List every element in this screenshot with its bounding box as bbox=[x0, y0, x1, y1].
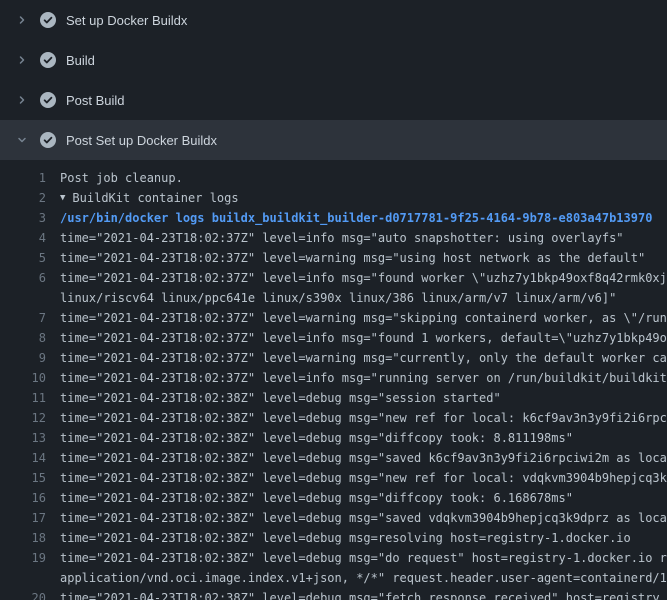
log-line[interactable]: 14 time="2021-04-23T18:02:38Z" level=deb… bbox=[0, 448, 667, 468]
log-line-text: linux/riscv64 linux/ppc641e linux/s390x … bbox=[60, 288, 616, 308]
log-line-number[interactable]: 9 bbox=[0, 348, 60, 368]
log-line-text: time="2021-04-23T18:02:37Z" level=warnin… bbox=[60, 348, 667, 368]
step-header-post-build[interactable]: Post Build bbox=[0, 80, 667, 120]
step-header-set-up-docker-buildx[interactable]: Set up Docker Buildx bbox=[0, 0, 667, 40]
log-line-text: time="2021-04-23T18:02:38Z" level=debug … bbox=[60, 488, 573, 508]
log-line-text: time="2021-04-23T18:02:38Z" level=debug … bbox=[60, 548, 667, 568]
step-title: Post Build bbox=[66, 93, 125, 108]
check-circle-icon bbox=[40, 132, 56, 148]
log-line[interactable]: 10 time="2021-04-23T18:02:37Z" level=inf… bbox=[0, 368, 667, 388]
log-line[interactable]: 5 time="2021-04-23T18:02:37Z" level=warn… bbox=[0, 248, 667, 268]
log-line-number[interactable]: 1 bbox=[0, 168, 60, 188]
chevron-right-icon bbox=[14, 52, 30, 68]
log-line[interactable]: application/vnd.oci.image.index.v1+json,… bbox=[0, 568, 667, 588]
log-line-number[interactable]: 16 bbox=[0, 488, 60, 508]
log-line-number[interactable]: 3 bbox=[0, 208, 60, 228]
log-line[interactable]: 19 time="2021-04-23T18:02:38Z" level=deb… bbox=[0, 548, 667, 568]
log-line-text: time="2021-04-23T18:02:38Z" level=debug … bbox=[60, 588, 660, 600]
check-circle-icon bbox=[40, 12, 56, 28]
log-line-text: time="2021-04-23T18:02:37Z" level=warnin… bbox=[60, 248, 645, 268]
log-line-number[interactable]: 8 bbox=[0, 328, 60, 348]
check-circle-icon bbox=[40, 52, 56, 68]
log-line[interactable]: 7 time="2021-04-23T18:02:37Z" level=warn… bbox=[0, 308, 667, 328]
step-title: Post Set up Docker Buildx bbox=[66, 133, 217, 148]
log-line-text: time="2021-04-23T18:02:37Z" level=info m… bbox=[60, 368, 667, 388]
log-line[interactable]: 12 time="2021-04-23T18:02:38Z" level=deb… bbox=[0, 408, 667, 428]
chevron-right-icon bbox=[14, 92, 30, 108]
log-line[interactable]: 2 ▼ BuildKit container logs bbox=[0, 188, 667, 208]
log-line-number[interactable]: 20 bbox=[0, 588, 60, 600]
log-line-text: time="2021-04-23T18:02:37Z" level=info m… bbox=[60, 328, 667, 348]
workflow-log-viewer: Set up Docker Buildx Build Post Build bbox=[0, 0, 667, 600]
log-line-number[interactable]: 14 bbox=[0, 448, 60, 468]
step-header-post-set-up-docker-buildx[interactable]: Post Set up Docker Buildx bbox=[0, 120, 667, 160]
log-line[interactable]: 18 time="2021-04-23T18:02:38Z" level=deb… bbox=[0, 528, 667, 548]
log-line-text: time="2021-04-23T18:02:38Z" level=debug … bbox=[60, 528, 631, 548]
log-line-number[interactable]: 12 bbox=[0, 408, 60, 428]
log-line-text: time="2021-04-23T18:02:38Z" level=debug … bbox=[60, 508, 667, 528]
log-line[interactable]: 16 time="2021-04-23T18:02:38Z" level=deb… bbox=[0, 488, 667, 508]
log-line-text: time="2021-04-23T18:02:37Z" level=warnin… bbox=[60, 308, 667, 328]
log-line[interactable]: 15 time="2021-04-23T18:02:38Z" level=deb… bbox=[0, 468, 667, 488]
chevron-down-icon bbox=[14, 132, 30, 148]
step-header-build[interactable]: Build bbox=[0, 40, 667, 80]
log-output: 1 Post job cleanup. 2 ▼ BuildKit contain… bbox=[0, 160, 667, 600]
log-line-text: BuildKit container logs bbox=[72, 188, 238, 208]
log-line-text: Post job cleanup. bbox=[60, 168, 183, 188]
log-line-text: time="2021-04-23T18:02:38Z" level=debug … bbox=[60, 388, 501, 408]
log-line-number[interactable]: 13 bbox=[0, 428, 60, 448]
log-line-text: application/vnd.oci.image.index.v1+json,… bbox=[60, 568, 667, 588]
check-circle-icon bbox=[40, 92, 56, 108]
log-line-text: /usr/bin/docker logs buildx_buildkit_bui… bbox=[60, 208, 652, 228]
log-line-number[interactable]: 2 bbox=[0, 188, 60, 208]
log-line[interactable]: 3 /usr/bin/docker logs buildx_buildkit_b… bbox=[0, 208, 667, 228]
log-line-text: time="2021-04-23T18:02:38Z" level=debug … bbox=[60, 448, 667, 468]
log-line-number[interactable]: 6 bbox=[0, 268, 60, 288]
log-line-number[interactable] bbox=[0, 288, 60, 308]
log-line-number[interactable]: 4 bbox=[0, 228, 60, 248]
log-line[interactable]: 20 time="2021-04-23T18:02:38Z" level=deb… bbox=[0, 588, 667, 600]
log-line[interactable]: linux/riscv64 linux/ppc641e linux/s390x … bbox=[0, 288, 667, 308]
log-line[interactable]: 13 time="2021-04-23T18:02:38Z" level=deb… bbox=[0, 428, 667, 448]
log-line[interactable]: 6 time="2021-04-23T18:02:37Z" level=info… bbox=[0, 268, 667, 288]
log-line[interactable]: 4 time="2021-04-23T18:02:37Z" level=info… bbox=[0, 228, 667, 248]
step-title: Set up Docker Buildx bbox=[66, 13, 187, 28]
log-line[interactable]: 1 Post job cleanup. bbox=[0, 168, 667, 188]
step-title: Build bbox=[66, 53, 95, 68]
log-line-number[interactable]: 15 bbox=[0, 468, 60, 488]
log-line-text: time="2021-04-23T18:02:38Z" level=debug … bbox=[60, 428, 573, 448]
log-line[interactable]: 9 time="2021-04-23T18:02:37Z" level=warn… bbox=[0, 348, 667, 368]
log-line-text: time="2021-04-23T18:02:37Z" level=info m… bbox=[60, 268, 667, 288]
log-line-text: time="2021-04-23T18:02:37Z" level=info m… bbox=[60, 228, 624, 248]
log-line-number[interactable]: 10 bbox=[0, 368, 60, 388]
chevron-right-icon bbox=[14, 12, 30, 28]
log-line-text: time="2021-04-23T18:02:38Z" level=debug … bbox=[60, 468, 667, 488]
log-line[interactable]: 11 time="2021-04-23T18:02:38Z" level=deb… bbox=[0, 388, 667, 408]
log-line-number[interactable]: 7 bbox=[0, 308, 60, 328]
log-line-number[interactable]: 18 bbox=[0, 528, 60, 548]
log-line-number[interactable] bbox=[0, 568, 60, 588]
log-line[interactable]: 8 time="2021-04-23T18:02:37Z" level=info… bbox=[0, 328, 667, 348]
log-line-number[interactable]: 19 bbox=[0, 548, 60, 568]
log-line-number[interactable]: 17 bbox=[0, 508, 60, 528]
log-line-number[interactable]: 11 bbox=[0, 388, 60, 408]
log-line-text: time="2021-04-23T18:02:38Z" level=debug … bbox=[60, 408, 667, 428]
step-list: Set up Docker Buildx Build Post Build bbox=[0, 0, 667, 160]
log-line[interactable]: 17 time="2021-04-23T18:02:38Z" level=deb… bbox=[0, 508, 667, 528]
group-caret-icon[interactable]: ▼ bbox=[60, 188, 65, 208]
log-line-number[interactable]: 5 bbox=[0, 248, 60, 268]
